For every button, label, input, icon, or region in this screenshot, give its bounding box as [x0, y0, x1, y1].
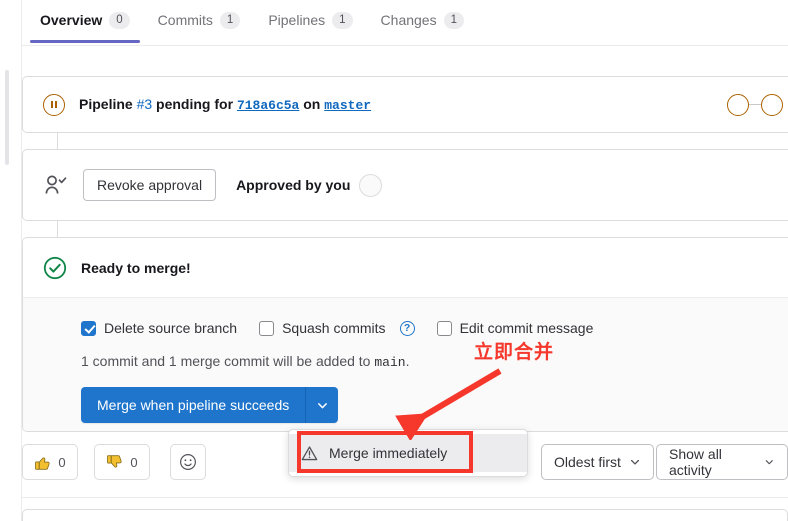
activity-filter-dropdown[interactable]: Show all activity	[656, 444, 788, 480]
commit-summary-prefix: 1 commit and 1 merge commit will be adde…	[81, 353, 371, 369]
left-gutter	[0, 0, 22, 521]
widget-connector	[57, 220, 58, 238]
revoke-approval-button[interactable]: Revoke approval	[83, 168, 217, 202]
check-circle-icon	[43, 256, 67, 280]
pipeline-stages	[727, 93, 783, 116]
merge-request-overview-page: Overview 0 Commits 1 Pipelines 1 Changes…	[0, 0, 788, 521]
scroll-indicator[interactable]	[5, 70, 9, 165]
chevron-down-icon	[317, 402, 327, 408]
checkbox-box[interactable]	[436, 320, 452, 336]
tab-pipelines-count: 1	[332, 12, 353, 29]
pipeline-id-link[interactable]: #3	[137, 96, 153, 112]
thumbs-up-reaction-button[interactable]: 0	[22, 444, 78, 480]
merge-status-title: Ready to merge!	[81, 259, 191, 276]
annotation-text: 立即合并	[474, 341, 555, 363]
thumbs-down-count: 0	[130, 454, 138, 470]
tab-changes-count: 1	[443, 12, 464, 29]
thumbs-up-icon	[35, 456, 50, 470]
tab-commits-count: 1	[219, 12, 241, 29]
checkbox-box[interactable]	[259, 320, 275, 336]
pipeline-stage-1-pause-circle-icon[interactable]	[727, 93, 749, 116]
pause-circle-icon	[43, 93, 65, 116]
checkbox-edit-commit-message[interactable]: Edit commit message	[436, 320, 594, 336]
tab-changes-label: Changes	[380, 12, 437, 29]
stage-connector	[749, 104, 761, 105]
smiley-icon	[180, 454, 196, 470]
tab-pipelines[interactable]: Pipelines 1	[254, 0, 366, 42]
tab-overview-count: 0	[109, 12, 130, 29]
tab-commits[interactable]: Commits 1	[144, 0, 255, 42]
merge-checkbox-group: Delete source branch Squash commits ? Ed…	[81, 320, 788, 336]
dropdown-item-label: Merge immediately	[329, 445, 448, 461]
checkbox-delete-source-branch[interactable]: Delete source branch	[81, 320, 237, 336]
pipeline-stage-2-pause-circle-icon[interactable]	[761, 93, 783, 116]
merge-split-button: Merge when pipeline succeeds	[81, 387, 339, 423]
commit-summary-suffix: .	[405, 353, 410, 369]
widget-connector	[57, 132, 58, 150]
section-divider	[22, 497, 788, 498]
thumbs-down-reaction-button[interactable]: 0	[94, 444, 150, 480]
add-reaction-button[interactable]	[170, 444, 206, 480]
checkbox-squash-commits[interactable]: Squash commits	[259, 320, 386, 336]
approval-widget: Revoke approval Approved by you	[22, 149, 788, 221]
merge-dropdown-toggle[interactable]	[305, 387, 339, 423]
checkbox-label: Squash commits	[282, 320, 386, 336]
user-check-icon	[43, 174, 69, 196]
pipeline-on-label: on	[303, 96, 321, 112]
sort-order-label: Oldest first	[554, 454, 621, 470]
tab-changes[interactable]: Changes 1	[367, 0, 478, 42]
chevron-down-icon	[766, 460, 774, 465]
checkbox-box[interactable]	[81, 320, 96, 336]
pipeline-status-text: Pipeline #3 pending for 718a6c5a on mast…	[79, 96, 371, 113]
squash-help-icon[interactable]: ?	[399, 320, 415, 336]
commit-sha-link[interactable]: 718a6c5a	[237, 98, 299, 113]
pipeline-widget: Pipeline #3 pending for 718a6c5a on mast…	[22, 76, 788, 133]
chevron-down-icon	[630, 459, 639, 465]
tab-commits-label: Commits	[157, 12, 213, 29]
thumbs-down-icon	[107, 454, 122, 468]
merge-request-tabs: Overview 0 Commits 1 Pipelines 1 Changes…	[22, 0, 788, 46]
thumbs-up-count: 0	[58, 454, 66, 470]
pipeline-status: pending for	[156, 96, 234, 112]
approved-by-text: Approved by you	[236, 177, 351, 193]
annotation-arrow	[395, 368, 502, 440]
tab-overview-label: Overview	[40, 12, 103, 29]
activity-filter-label: Show all activity	[669, 446, 722, 478]
branch-link[interactable]: master	[324, 98, 371, 113]
checkbox-label: Edit commit message	[459, 320, 594, 336]
merge-status-header: Ready to merge!	[23, 238, 788, 297]
merge-when-pipeline-succeeds-button[interactable]: Merge when pipeline succeeds	[81, 387, 306, 423]
tab-overview[interactable]: Overview 0	[26, 0, 144, 43]
tab-pipelines-label: Pipelines	[268, 12, 326, 29]
comment-form-card[interactable]	[22, 509, 788, 521]
warning-triangle-icon	[301, 445, 318, 460]
pipeline-prefix: Pipeline	[79, 96, 133, 112]
checkbox-label: Delete source branch	[104, 320, 238, 336]
sort-order-dropdown[interactable]: Oldest first	[541, 444, 654, 480]
avatar[interactable]	[359, 173, 383, 197]
